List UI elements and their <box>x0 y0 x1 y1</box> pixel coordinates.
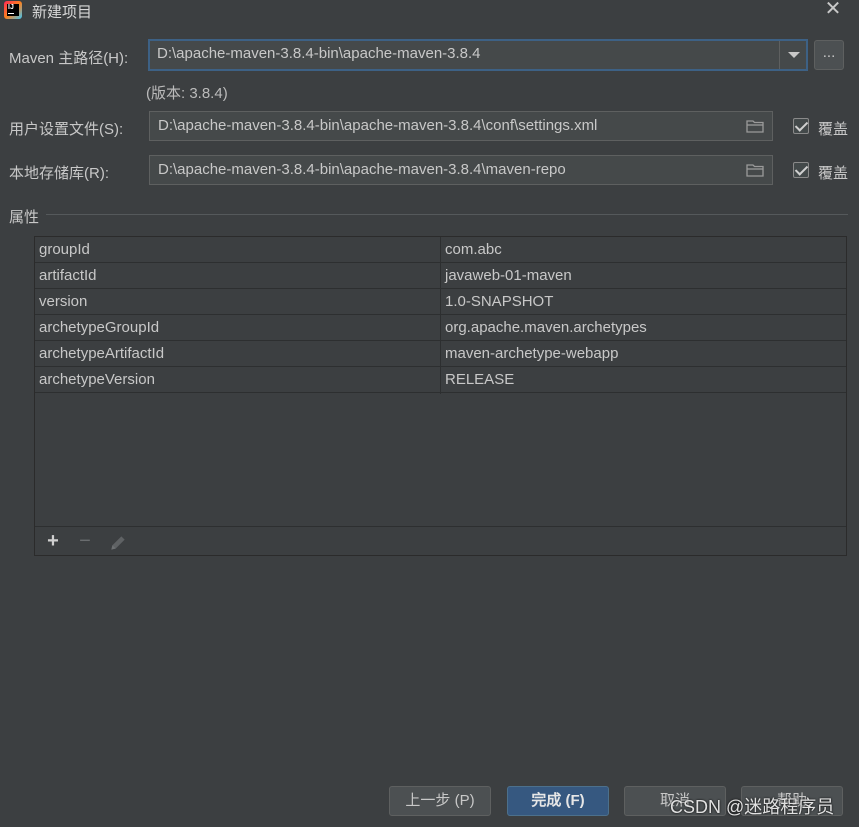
user-settings-label: 用户设置文件(S): <box>9 121 124 138</box>
property-key[interactable]: version <box>39 289 87 315</box>
close-icon[interactable]: ✕ <box>822 0 844 20</box>
property-value[interactable]: javaweb-01-maven <box>445 263 572 289</box>
browse-maven-home-button[interactable]: ... <box>814 40 844 70</box>
chevron-down-icon[interactable] <box>779 41 806 69</box>
table-row[interactable]: version 1.0-SNAPSHOT <box>35 289 846 315</box>
maven-home-label: Maven 主路径(H): <box>9 50 129 67</box>
property-key[interactable]: archetypeVersion <box>39 367 155 393</box>
override-repo-label: 覆盖 <box>818 165 849 182</box>
table-row[interactable]: groupId com.abc <box>35 237 846 263</box>
override-settings-label: 覆盖 <box>818 121 849 138</box>
property-value[interactable]: org.apache.maven.archetypes <box>445 315 647 341</box>
local-repo-value: D:\apache-maven-3.8.4-bin\apache-maven-3… <box>158 161 566 178</box>
intellij-app-icon: IJ <box>4 1 22 19</box>
table-row[interactable]: archetypeVersion RELEASE <box>35 367 846 393</box>
table-row[interactable]: artifactId javaweb-01-maven <box>35 263 846 289</box>
property-value[interactable]: com.abc <box>445 237 502 263</box>
folder-icon[interactable] <box>746 119 764 133</box>
pencil-icon[interactable] <box>108 533 128 553</box>
properties-section-title: 属性 <box>9 209 40 226</box>
override-repo-checkbox[interactable] <box>793 162 809 178</box>
properties-table: groupId com.abc artifactId javaweb-01-ma… <box>34 236 847 556</box>
property-key[interactable]: archetypeGroupId <box>39 315 159 341</box>
user-settings-value: D:\apache-maven-3.8.4-bin\apache-maven-3… <box>158 117 598 134</box>
property-key[interactable]: artifactId <box>39 263 97 289</box>
property-key[interactable]: archetypeArtifactId <box>39 341 164 367</box>
table-toolbar: + − <box>35 526 846 556</box>
property-value[interactable]: RELEASE <box>445 367 514 393</box>
property-key[interactable]: groupId <box>39 237 90 263</box>
property-value[interactable]: maven-archetype-webapp <box>445 341 618 367</box>
folder-icon[interactable] <box>746 163 764 177</box>
maven-home-combo[interactable]: D:\apache-maven-3.8.4-bin\apache-maven-3… <box>148 39 808 71</box>
property-value[interactable]: 1.0-SNAPSHOT <box>445 289 553 315</box>
add-icon[interactable]: + <box>43 531 63 551</box>
previous-button[interactable]: 上一步 (P) <box>389 786 491 816</box>
local-repo-label: 本地存储库(R): <box>9 165 109 182</box>
maven-home-value: D:\apache-maven-3.8.4-bin\apache-maven-3… <box>157 45 481 62</box>
maven-version-text: (版本: 3.8.4) <box>146 85 228 102</box>
table-row[interactable]: archetypeArtifactId maven-archetype-weba… <box>35 341 846 367</box>
csdn-watermark: CSDN @迷路程序员 <box>670 797 835 817</box>
finish-button[interactable]: 完成 (F) <box>507 786 609 816</box>
window-title: 新建项目 <box>32 4 93 21</box>
local-repo-field[interactable]: D:\apache-maven-3.8.4-bin\apache-maven-3… <box>149 155 773 185</box>
override-settings-checkbox[interactable] <box>793 118 809 134</box>
remove-icon[interactable]: − <box>75 531 95 551</box>
user-settings-field[interactable]: D:\apache-maven-3.8.4-bin\apache-maven-3… <box>149 111 773 141</box>
title-bar: IJ 新建项目 ✕ <box>0 0 859 22</box>
table-row[interactable]: archetypeGroupId org.apache.maven.archet… <box>35 315 846 341</box>
section-divider <box>46 214 848 215</box>
